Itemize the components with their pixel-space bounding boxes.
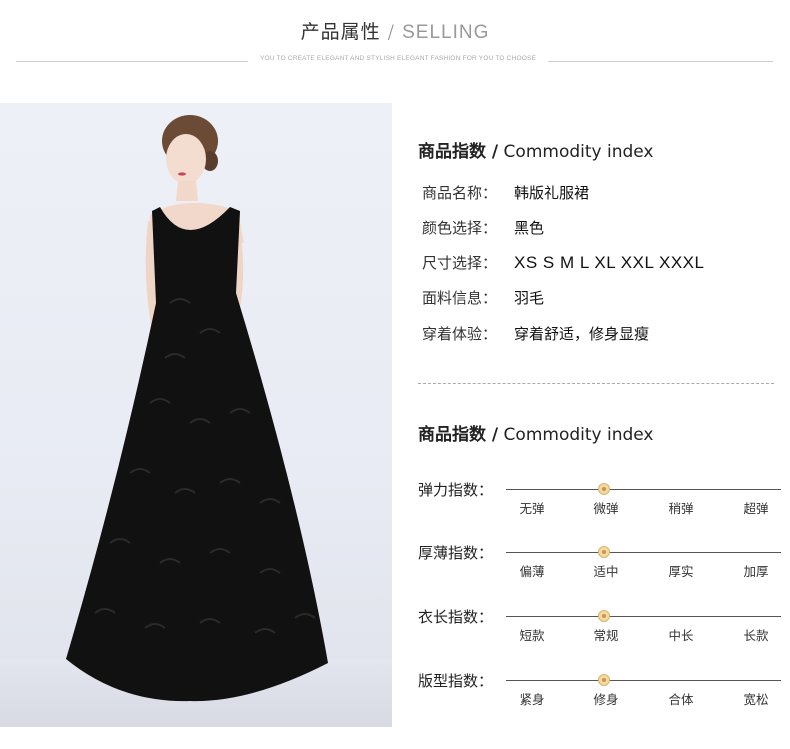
scale-option: 长款: [743, 628, 769, 643]
scale-elasticity: 弹力指数： 无弹 微弹 稍弹 超弹: [418, 479, 788, 519]
tagline: YOU TO CREATE ELEGANT AND STYLISH ELEGAN…: [259, 55, 537, 62]
scale-option: 中长: [668, 628, 694, 643]
scale-label: 厚薄指数：: [418, 544, 494, 562]
face: [166, 134, 206, 184]
lips: [178, 172, 186, 176]
scale-option: 厚实: [668, 564, 694, 579]
scale-marker: [598, 483, 610, 495]
scale-length: 衣长指数： 短款 常规 中长 长款: [418, 606, 788, 646]
heading-en: SELLING: [402, 22, 490, 43]
scale-option: 修身: [593, 692, 619, 707]
section2-title: 商品指数 / Commodity index: [418, 420, 654, 445]
attr-row-fabric: 面料信息： 羽毛: [422, 287, 544, 308]
divider-right: [548, 61, 773, 62]
scale-option: 加厚: [743, 564, 769, 579]
scale-option: 合体: [668, 692, 694, 707]
scale-option: 偏薄: [519, 564, 545, 579]
attr-value: 韩版礼服裙: [514, 184, 590, 202]
section2-title-en: Commodity index: [503, 425, 654, 445]
scale-option: 宽松: [743, 692, 769, 707]
attr-value: XS S M L XL XXL XXXL: [514, 253, 705, 272]
attr-row-experience: 穿着体验： 穿着舒适，修身显瘦: [422, 323, 649, 344]
scale-option: 紧身: [519, 692, 545, 707]
scale-track: [506, 680, 781, 681]
section1-title-cn: 商品指数 /: [418, 142, 499, 162]
attr-value: 穿着舒适，修身显瘦: [514, 325, 650, 343]
dress: [66, 207, 328, 702]
scale-marker: [598, 610, 610, 622]
page-header: 产品属性 / SELLING YOU TO CREATE ELEGANT AND…: [0, 0, 790, 80]
scale-option: 适中: [593, 564, 619, 579]
attr-row-name: 商品名称： 韩版礼服裙: [422, 182, 589, 203]
scale-option: 短款: [519, 628, 545, 643]
scale-option: 超弹: [743, 501, 769, 516]
scale-option: 稍弹: [668, 501, 694, 516]
product-photo: [0, 103, 392, 727]
scale-option: 微弹: [593, 501, 619, 516]
heading-cn: 产品属性: [300, 21, 381, 43]
attr-label: 穿着体验：: [422, 325, 498, 343]
section-heading: 产品属性 / SELLING: [0, 17, 790, 44]
divider-left: [16, 61, 248, 62]
scale-label: 弹力指数：: [418, 481, 494, 499]
scale-option: 无弹: [519, 501, 545, 516]
section1-title: 商品指数 / Commodity index: [418, 137, 654, 162]
scale-track: [506, 552, 781, 553]
attr-label: 颜色选择：: [422, 219, 498, 237]
scale-marker: [598, 674, 610, 686]
scale-label: 衣长指数：: [418, 608, 494, 626]
attr-value: 羽毛: [514, 289, 545, 307]
scale-option: 常规: [593, 628, 619, 643]
heading-separator: /: [387, 21, 396, 43]
attr-row-size: 尺寸选择： XS S M L XL XXL XXXL: [422, 252, 704, 273]
attr-label: 面料信息：: [422, 289, 498, 307]
dashed-divider: [418, 383, 774, 384]
scale-fit: 版型指数： 紧身 修身 合体 宽松: [418, 670, 788, 710]
scale-track: [506, 616, 781, 617]
scale-thickness: 厚薄指数： 偏薄 适中 厚实 加厚: [418, 542, 788, 582]
scale-track: [506, 489, 781, 490]
attr-row-color: 颜色选择： 黑色: [422, 217, 544, 238]
neck: [176, 181, 198, 201]
section1-title-en: Commodity index: [503, 142, 654, 162]
model-illustration: [66, 115, 328, 702]
section2-title-cn: 商品指数 /: [418, 425, 499, 445]
scale-label: 版型指数：: [418, 672, 494, 690]
attr-value: 黑色: [514, 219, 545, 237]
attr-label: 商品名称：: [422, 184, 498, 202]
scale-marker: [598, 546, 610, 558]
attr-label: 尺寸选择：: [422, 254, 498, 272]
